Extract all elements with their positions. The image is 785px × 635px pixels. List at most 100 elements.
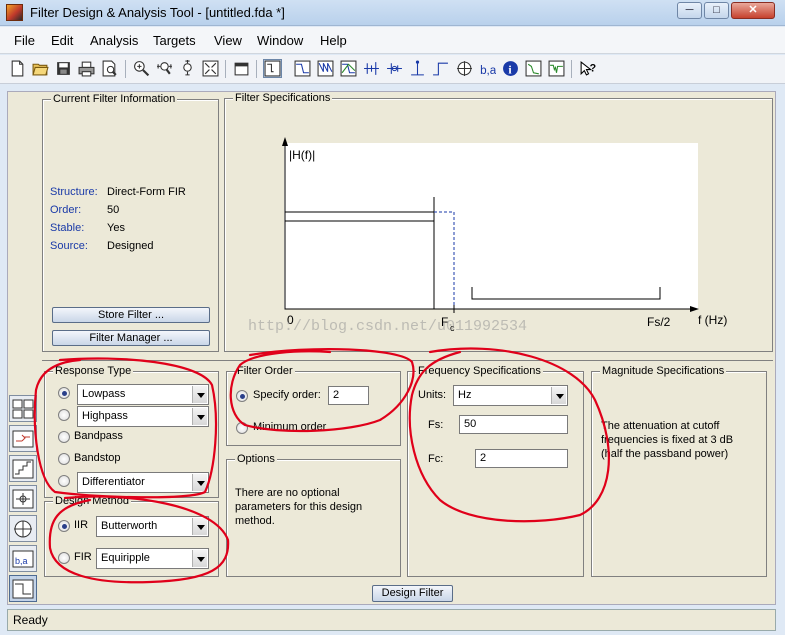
fs-input[interactable]: 50 [459, 415, 568, 434]
specify-order-radio[interactable] [236, 390, 248, 402]
group-delay-icon[interactable] [362, 59, 381, 78]
chevron-down-icon [192, 474, 207, 491]
bandstop-radio[interactable] [58, 453, 70, 465]
phase-response-icon[interactable] [316, 59, 335, 78]
import-filter-icon[interactable]: b,a [9, 545, 37, 572]
status-text: Ready [13, 613, 48, 627]
menu-bar: File Edit Analysis Targets View Window H… [0, 27, 785, 54]
quantize-icon[interactable] [9, 455, 37, 482]
chevron-down-icon [551, 387, 566, 404]
magnitude-phase-icon[interactable] [339, 59, 358, 78]
impulse-response-icon[interactable] [408, 59, 427, 78]
full-view-icon[interactable] [201, 59, 220, 78]
title-bar: Filter Design & Analysis Tool - [untitle… [0, 0, 785, 26]
menu-view[interactable]: View [214, 33, 242, 48]
differentiator-select[interactable]: Differentiator [77, 472, 209, 493]
whats-this-icon[interactable]: ? [578, 59, 597, 78]
fc-input[interactable]: 2 [475, 449, 568, 468]
order-label: Order: [50, 204, 82, 216]
print-preview-icon[interactable] [100, 59, 119, 78]
phase-delay-icon[interactable] [385, 59, 404, 78]
status-bar: Ready [7, 609, 776, 631]
toolbar-separator [256, 60, 257, 78]
open-icon[interactable] [31, 59, 50, 78]
toolbar-separator [571, 60, 572, 78]
new-window-icon[interactable] [232, 59, 251, 78]
differentiator-radio[interactable] [58, 475, 70, 487]
frequency-specs-title: Frequency Specifications [416, 365, 543, 377]
menu-targets[interactable]: Targets [153, 33, 196, 48]
bandstop-label: Bandstop [74, 452, 121, 464]
design-filter-button[interactable]: Design Filter [372, 585, 453, 602]
differentiator-select-text: Differentiator [82, 476, 145, 488]
store-filter-button[interactable]: Store Filter ... [52, 307, 210, 323]
chevron-down-icon [192, 550, 207, 567]
structure-label: Structure: [50, 186, 98, 198]
iir-radio[interactable] [58, 520, 70, 532]
highpass-select[interactable]: Highpass [77, 406, 209, 427]
zoom-y-icon[interactable] [178, 59, 197, 78]
filter-specs-icon[interactable] [263, 59, 282, 78]
fir-select[interactable]: Equiripple [96, 548, 209, 569]
order-input[interactable]: 2 [328, 386, 369, 405]
fc-label: Fc: [428, 453, 444, 465]
menu-analysis[interactable]: Analysis [90, 33, 138, 48]
fs2-axis-label: Fs/2 [647, 315, 671, 329]
new-icon[interactable] [8, 59, 27, 78]
highpass-select-text: Highpass [82, 410, 128, 422]
chevron-down-icon [192, 408, 207, 425]
chevron-down-icon [192, 518, 207, 535]
pole-zero-editor-icon[interactable] [9, 515, 37, 542]
filter-specs-plot [282, 137, 699, 313]
menu-edit[interactable]: Edit [51, 33, 73, 48]
zoom-in-icon[interactable] [132, 59, 151, 78]
filter-manager-button[interactable]: Filter Manager ... [52, 330, 210, 346]
print-icon[interactable] [77, 59, 96, 78]
minimum-order-radio[interactable] [236, 422, 248, 434]
source-label: Source: [50, 240, 88, 252]
frequency-specs-panel: Frequency Specifications Units: Hz Fs: 5… [407, 365, 584, 577]
filter-order-panel: Filter Order Specify order: 2 Minimum or… [226, 365, 401, 446]
highpass-radio[interactable] [58, 409, 70, 421]
window-title: Filter Design & Analysis Tool - [untitle… [30, 5, 285, 20]
magnitude-response-icon[interactable] [293, 59, 312, 78]
frequency-axis-label: f (Hz) [698, 313, 728, 327]
pole-zero-icon[interactable] [455, 59, 474, 78]
close-button[interactable]: ✕ [731, 2, 775, 19]
units-select[interactable]: Hz [453, 385, 568, 406]
iir-select[interactable]: Butterworth [96, 516, 209, 537]
svg-text:?: ? [590, 63, 596, 75]
create-multirate-icon[interactable] [9, 425, 37, 452]
realize-model-icon[interactable] [9, 485, 37, 512]
info-icon[interactable]: i [501, 59, 520, 78]
lowpass-radio[interactable] [58, 387, 70, 399]
minimize-button[interactable]: ─ [677, 2, 702, 19]
filter-specs-panel: Filter Specifications |H(f)| 0 F c Fs/2 … [224, 92, 773, 352]
noise-power-icon[interactable] [547, 59, 566, 78]
iir-label: IIR [74, 519, 89, 531]
menu-file[interactable]: File [14, 33, 35, 48]
coefficients-icon[interactable]: b,a [478, 59, 497, 78]
stable-value: Yes [107, 222, 125, 234]
transform-filter-icon[interactable] [9, 395, 37, 422]
menu-help[interactable]: Help [320, 33, 347, 48]
source-value: Designed [107, 240, 154, 252]
design-filter-icon[interactable] [9, 575, 37, 602]
step-response-icon[interactable] [431, 59, 450, 78]
save-icon[interactable] [54, 59, 73, 78]
zoom-x-icon[interactable] [155, 59, 174, 78]
fir-select-text: Equiripple [101, 552, 150, 564]
maximize-button[interactable]: □ [704, 2, 729, 19]
magnitude-axis-label: |H(f)| [289, 148, 316, 162]
fir-radio[interactable] [58, 552, 70, 564]
response-type-title: Response Type [53, 365, 134, 377]
order-value: 50 [107, 204, 120, 216]
toolbar: b,a i ? [0, 55, 785, 84]
design-method-panel: Design Method IIR Butterworth FIR Equiri… [44, 495, 219, 577]
plot-background [284, 143, 698, 309]
magnitude-estimate-icon[interactable] [524, 59, 543, 78]
menu-window[interactable]: Window [257, 33, 303, 48]
response-type-panel: Response Type Lowpass Highpass Bandpass … [44, 365, 219, 498]
bandpass-radio[interactable] [58, 431, 70, 443]
lowpass-select[interactable]: Lowpass [77, 384, 209, 405]
